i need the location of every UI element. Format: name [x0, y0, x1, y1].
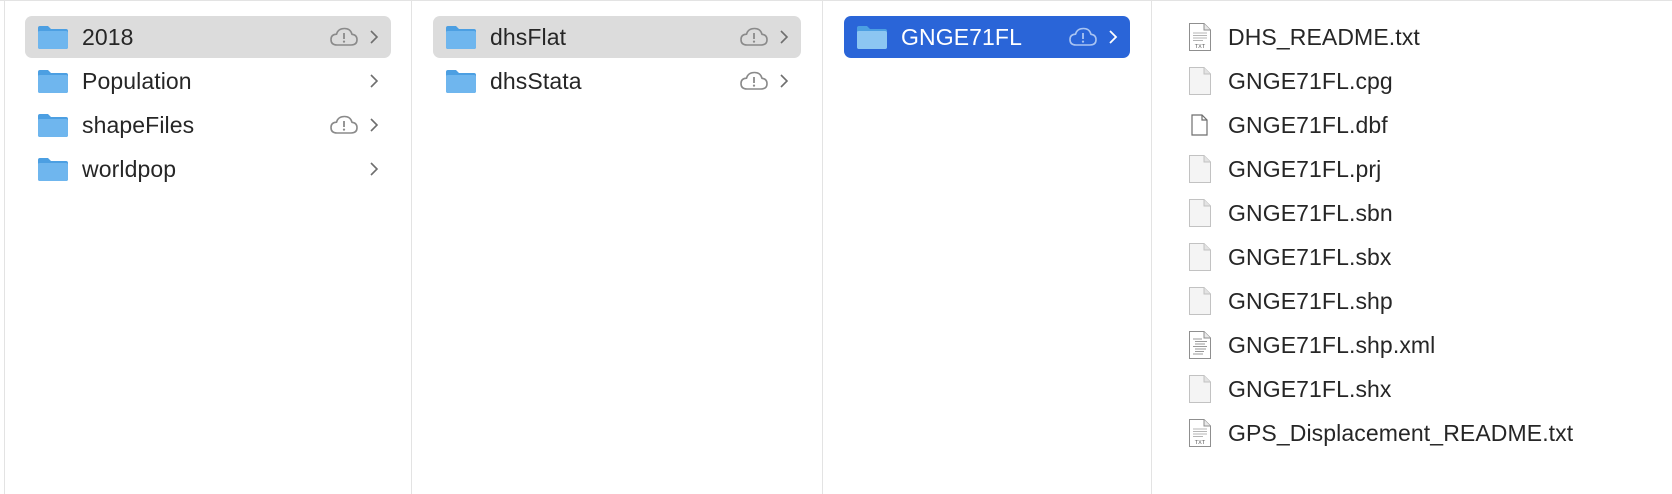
- chevron-right-icon: [370, 162, 379, 176]
- column-browser: 2018 Population shapeFiles worldpop dhsF…: [0, 0, 1672, 494]
- file-label: GPS_Displacement_README.txt: [1228, 419, 1574, 446]
- folder-icon: [38, 114, 68, 137]
- file-row[interactable]: TXT DHS_README.txt: [1184, 16, 1672, 58]
- folder-row-worldpop[interactable]: worldpop: [25, 148, 391, 190]
- column-3[interactable]: GNGE71FL: [823, 1, 1152, 494]
- document-file-icon: [1191, 114, 1208, 136]
- chevron-right-icon: [780, 74, 789, 88]
- file-label: GNGE71FL.dbf: [1228, 111, 1388, 138]
- file-row[interactable]: TXT GPS_Displacement_README.txt: [1184, 412, 1672, 454]
- file-row[interactable]: GNGE71FL.shp.xml: [1184, 324, 1672, 366]
- folder-label: dhsFlat: [490, 23, 567, 50]
- svg-text:TXT: TXT: [1195, 440, 1206, 446]
- column-4-files[interactable]: TXT DHS_README.txt GNGE71FL.cpg GNGE71FL…: [1152, 1, 1672, 494]
- blank-file-icon: [1189, 155, 1211, 183]
- folder-row-shapefiles[interactable]: shapeFiles: [25, 104, 391, 146]
- file-row[interactable]: GNGE71FL.shx: [1184, 368, 1672, 410]
- folder-icon: [38, 26, 68, 49]
- blank-file-icon: [1189, 67, 1211, 95]
- file-label: GNGE71FL.shx: [1228, 375, 1392, 402]
- folder-icon: [446, 26, 476, 49]
- svg-text:TXT: TXT: [1195, 44, 1206, 50]
- column-1[interactable]: 2018 Population shapeFiles worldpop: [4, 1, 412, 494]
- folder-label: GNGE71FL: [901, 23, 1022, 50]
- xml-file-icon: [1189, 331, 1211, 359]
- file-label: GNGE71FL.shp.xml: [1228, 331, 1436, 358]
- file-row[interactable]: GNGE71FL.shp: [1184, 280, 1672, 322]
- chevron-right-icon: [780, 30, 789, 44]
- chevron-right-icon: [370, 118, 379, 132]
- file-label: GNGE71FL.sbx: [1228, 243, 1392, 270]
- file-row[interactable]: GNGE71FL.sbx: [1184, 236, 1672, 278]
- chevron-right-icon: [370, 30, 379, 44]
- blank-file-icon: [1189, 243, 1211, 271]
- blank-file-icon: [1189, 199, 1211, 227]
- folder-label: worldpop: [82, 155, 177, 182]
- file-label: DHS_README.txt: [1228, 23, 1420, 50]
- cloud-warning-icon: [1069, 27, 1097, 46]
- file-label: GNGE71FL.sbn: [1228, 199, 1393, 226]
- cloud-warning-icon: [740, 71, 768, 90]
- folder-icon: [38, 158, 68, 181]
- file-row[interactable]: GNGE71FL.cpg: [1184, 60, 1672, 102]
- blank-file-icon: [1189, 287, 1211, 315]
- folder-row-gnge71fl[interactable]: GNGE71FL: [844, 16, 1130, 58]
- column-2[interactable]: dhsFlat dhsStata: [412, 1, 823, 494]
- txt-file-icon: TXT: [1189, 419, 1211, 447]
- folder-label: Population: [82, 67, 192, 94]
- folder-row-population[interactable]: Population: [25, 60, 391, 102]
- folder-row-2018[interactable]: 2018: [25, 16, 391, 58]
- cloud-warning-icon: [740, 27, 768, 46]
- folder-icon: [38, 70, 68, 93]
- folder-label: 2018: [82, 23, 134, 50]
- file-label: GNGE71FL.prj: [1228, 155, 1382, 182]
- file-row[interactable]: GNGE71FL.sbn: [1184, 192, 1672, 234]
- blank-file-icon: [1189, 375, 1211, 403]
- folder-row-dhsstata[interactable]: dhsStata: [433, 60, 801, 102]
- cloud-warning-icon: [330, 115, 358, 134]
- folder-row-dhsflat[interactable]: dhsFlat: [433, 16, 801, 58]
- folder-icon: [446, 70, 476, 93]
- file-label: GNGE71FL.cpg: [1228, 67, 1393, 94]
- file-row[interactable]: GNGE71FL.dbf: [1184, 104, 1672, 146]
- folder-label: dhsStata: [490, 67, 582, 94]
- folder-label: shapeFiles: [82, 111, 195, 138]
- file-label: GNGE71FL.shp: [1228, 287, 1393, 314]
- file-row[interactable]: GNGE71FL.prj: [1184, 148, 1672, 190]
- chevron-right-icon: [370, 74, 379, 88]
- cloud-warning-icon: [330, 27, 358, 46]
- chevron-right-icon: [1109, 30, 1118, 44]
- txt-file-icon: TXT: [1189, 23, 1211, 51]
- folder-icon: [857, 26, 887, 49]
